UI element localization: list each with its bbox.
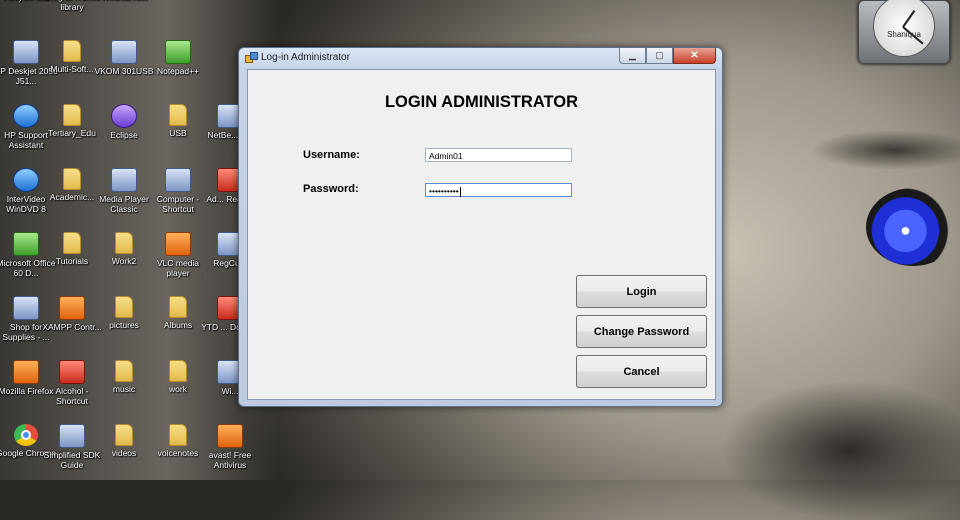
desktop-icon-label: Work2 — [111, 256, 137, 266]
wallpaper-nose-shadow — [720, 380, 960, 520]
app-icon — [59, 424, 85, 448]
app-icon — [111, 168, 137, 192]
password-mask: •••••••••• — [429, 186, 459, 196]
username-field[interactable]: Admin01 — [425, 148, 572, 162]
desktop-icon-label: Academic... — [49, 192, 95, 202]
login-window: Log-in Administrator ▁ ▢ ✕ LOGIN ADMINIS… — [238, 47, 723, 407]
caption-buttons: ▁ ▢ ✕ — [619, 48, 716, 64]
red-icon — [59, 360, 85, 384]
desktop-icon-label: work — [169, 384, 187, 394]
change-password-button[interactable]: Change Password — [576, 315, 707, 348]
title-bar[interactable]: Log-in Administrator ▁ ▢ ✕ — [239, 48, 722, 68]
folder-icon — [169, 424, 187, 446]
folder-icon — [63, 232, 81, 254]
folder-icon — [63, 168, 81, 190]
folder-icon — [115, 360, 133, 382]
close-button[interactable]: ✕ — [673, 48, 716, 64]
form-client-area: LOGIN ADMINISTRATOR Username: Admin01 Pa… — [247, 69, 716, 400]
orange-icon — [165, 232, 191, 256]
green-icon — [13, 232, 39, 256]
desktop-icon-label: WillDaBeast — [101, 0, 147, 2]
desktop-icon-label: Multi-Soft... — [50, 64, 94, 74]
blue-icon — [13, 168, 39, 192]
folder-icon — [169, 296, 187, 318]
chrome-icon — [14, 424, 38, 446]
window-title: Log-in Administrator — [261, 52, 350, 63]
desktop-icon-label: Tertiary_Edu — [48, 128, 96, 138]
maximize-button[interactable]: ▢ — [646, 48, 673, 64]
desktop-icon-label: Alcohol - Shortcut — [55, 386, 89, 406]
desktop-icon-label: Albums — [163, 320, 193, 330]
text-caret — [459, 186, 461, 197]
orange-icon — [59, 296, 85, 320]
desktop-icon[interactable]: avast! Free Antivirus — [198, 424, 262, 470]
folder-icon — [115, 296, 133, 318]
desktop-icon-label: videos — [111, 448, 137, 458]
wallpaper-eye — [866, 188, 960, 266]
app-icon — [13, 40, 39, 64]
cancel-button[interactable]: Cancel — [576, 355, 707, 388]
folder-icon — [169, 360, 187, 382]
minimize-button[interactable]: ▁ — [619, 48, 646, 64]
username-label: Username: — [303, 149, 360, 161]
blue-icon — [13, 104, 39, 128]
folder-icon — [63, 104, 81, 126]
folder-icon — [115, 232, 133, 254]
desktop-icon-label: Wi... — [221, 386, 239, 396]
folder-icon — [63, 40, 81, 62]
desktop-icon-label: Notepad++ — [156, 66, 200, 76]
password-label: Password: — [303, 183, 359, 195]
app-icon — [13, 296, 39, 320]
app-icon — [111, 40, 137, 64]
folder-icon — [169, 104, 187, 126]
orange-icon — [217, 424, 243, 448]
desktop-icon[interactable]: WillDaBeast — [92, 0, 156, 2]
purple-icon — [111, 104, 137, 128]
desktop-icon-label: Computer - Shortcut — [156, 194, 200, 214]
clock-face: Shaniqua — [873, 0, 935, 57]
desktop-icon-label: USB — [169, 128, 187, 138]
desktop-icon-label: Media Player Classic — [99, 194, 149, 214]
clock-gadget[interactable]: Shaniqua — [858, 0, 950, 64]
password-field[interactable]: •••••••••• — [425, 183, 572, 197]
form-heading: LOGIN ADMINISTRATOR — [384, 93, 579, 111]
desktop-icon-label: VLC media player — [156, 258, 200, 278]
orange-icon — [13, 360, 39, 384]
desktop-icon[interactable]: Notepad++ — [146, 40, 210, 76]
desktop-icon-label: voicenotes — [157, 448, 199, 458]
app-icon — [165, 168, 191, 192]
desktop-icon-label: music — [112, 384, 136, 394]
login-button[interactable]: Login — [576, 275, 707, 308]
green-icon — [165, 40, 191, 64]
clock-label: Shaniqua — [887, 30, 921, 39]
desktop-icon-label: Eclipse — [110, 130, 138, 140]
desktop-icon-label: pictures — [109, 320, 139, 330]
folder-icon — [115, 424, 133, 446]
desktop-icon-label: avast! Free Antivirus — [208, 450, 252, 470]
wallpaper-brow — [810, 130, 960, 170]
desktop-icon-label: VKOM 301USB — [94, 66, 154, 76]
clock-hour-hand — [902, 10, 916, 28]
desktop-icon-label: Tutorials — [55, 256, 89, 266]
app-icon — [245, 52, 258, 63]
